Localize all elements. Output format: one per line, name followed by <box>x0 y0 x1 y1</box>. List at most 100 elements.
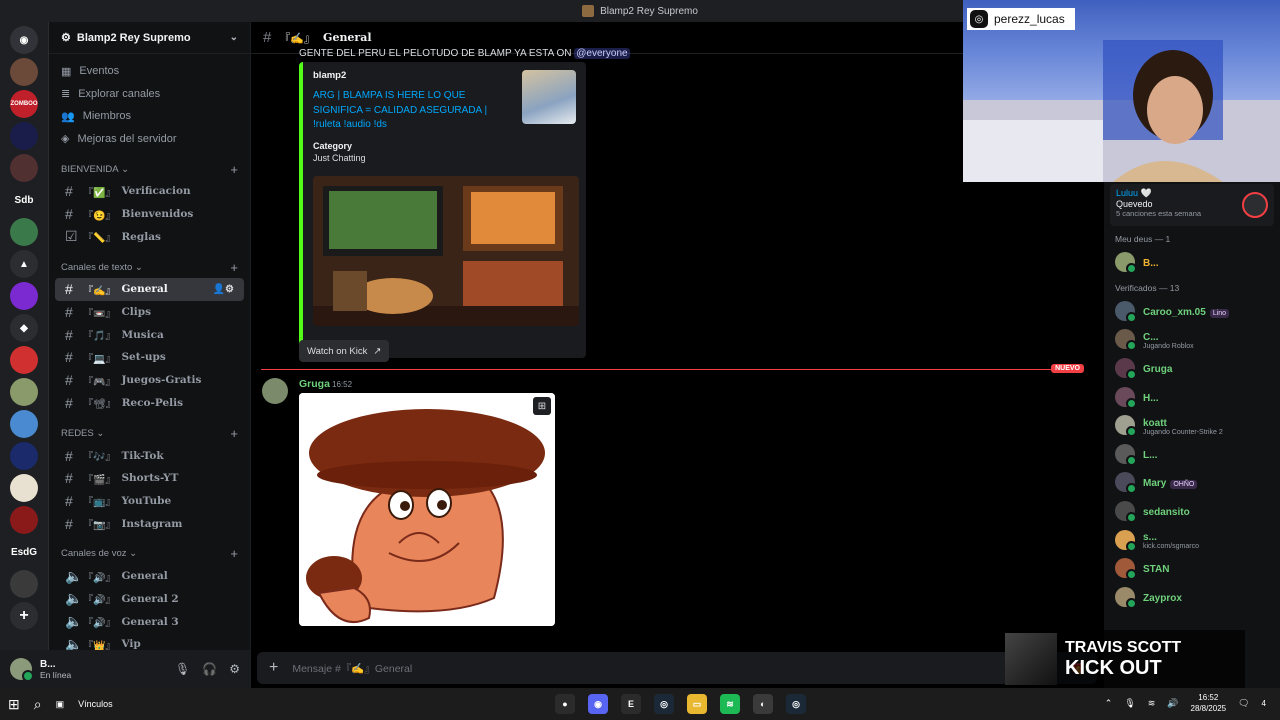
member-item[interactable]: s... kick.com/sgmarco <box>1104 525 1280 554</box>
category-voz[interactable]: Canales de voz ⌄ + <box>49 543 250 565</box>
member-item[interactable]: Mary OHÑO <box>1104 468 1280 497</box>
server-icon[interactable] <box>10 154 38 182</box>
gear-icon[interactable]: ⚙ <box>229 662 240 676</box>
member-item[interactable]: koatt Jugando Counter-Strike 2 <box>1104 411 1280 440</box>
epic-games-icon[interactable]: E <box>621 694 641 714</box>
channel-musica[interactable]: # 『🎵』 Musica <box>55 323 244 346</box>
channel-verificacion[interactable]: # 『✅』 Verificacion <box>55 180 244 203</box>
voice-channel-general-3[interactable]: 🔈 『🔊』 General 3 <box>55 610 244 633</box>
server-icon[interactable] <box>10 218 38 246</box>
steam-icon[interactable]: ◎ <box>786 694 806 714</box>
music-activity-card[interactable]: Luluu 🤍 Quevedo 5 canciones esta semana <box>1110 184 1274 226</box>
channel-settings-icon[interactable]: 👤⚙ <box>213 284 234 295</box>
mention-everyone[interactable]: @everyone <box>574 48 630 59</box>
server-icon[interactable] <box>10 410 38 438</box>
channel-youtube[interactable]: # 『📺』 YouTube <box>55 490 244 513</box>
menu-miembros[interactable]: 👥 Miembros <box>49 105 250 128</box>
member-item[interactable]: Gruga <box>1104 354 1280 383</box>
voice-channel-vip[interactable]: 🔈 『👑』 Vip <box>55 633 244 650</box>
channel-reco-pelis[interactable]: # 『📽』 Reco-Pelis <box>55 392 244 415</box>
microphone-icon[interactable]: 🎙 <box>1124 698 1135 709</box>
category-redes[interactable]: REDES ⌄ + <box>49 422 250 444</box>
embed-title[interactable]: ARG | BLAMPA IS HERE LO QUE SIGNIFICA = … <box>313 89 493 133</box>
channel-setups[interactable]: # 『💻』 Set-ups <box>55 346 244 369</box>
server-icon[interactable] <box>10 58 38 86</box>
add-attachment-icon[interactable]: + <box>269 659 278 677</box>
voice-channel-general-2[interactable]: 🔈 『🔊』 General 2 <box>55 588 244 611</box>
server-icon[interactable]: ◆ <box>10 314 38 342</box>
add-channel-icon[interactable]: + <box>230 162 238 177</box>
channel-clips[interactable]: # 『📼』 Clips <box>55 301 244 324</box>
member-item[interactable]: B... <box>1104 248 1280 277</box>
avatar[interactable] <box>262 378 288 404</box>
message-author[interactable]: Gruga <box>299 378 330 390</box>
channel-tiktok[interactable]: # 『🎶』 Tik-Tok <box>55 444 244 467</box>
apps-icon[interactable]: ⊞ <box>533 397 551 415</box>
member-item[interactable]: L... <box>1104 440 1280 469</box>
server-icon[interactable] <box>10 282 38 310</box>
external-link-icon: ↗ <box>373 345 382 357</box>
watch-on-kick-button[interactable]: Watch on Kick ↗ <box>299 340 390 362</box>
add-channel-icon[interactable]: + <box>230 260 238 275</box>
voice-channel-general[interactable]: 🔈 『🔊』 General <box>55 565 244 588</box>
windows-start-icon[interactable]: ⊞ <box>8 696 20 713</box>
member-item[interactable]: Zayprox <box>1104 583 1280 612</box>
task-view-icon[interactable]: ▣ <box>56 699 65 710</box>
member-item[interactable]: H... <box>1104 382 1280 411</box>
server-icon[interactable] <box>10 570 38 598</box>
server-icon[interactable] <box>10 442 38 470</box>
category-bienvenida[interactable]: BIENVENIDA ⌄ + <box>49 158 250 180</box>
menu-eventos[interactable]: ▦ Eventos <box>49 60 250 83</box>
channel-shorts-yt[interactable]: # 『🎬』 Shorts-YT <box>55 467 244 490</box>
avatar[interactable] <box>10 658 34 682</box>
steam-icon[interactable]: ◎ <box>654 694 674 714</box>
message-composer[interactable]: + Mensaje #『✍』General 🎁 <box>257 652 1097 684</box>
discord-icon[interactable]: ◉ <box>588 694 608 714</box>
spotify-icon[interactable]: ≋ <box>720 694 740 714</box>
server-icon[interactable]: ▲ <box>10 250 38 278</box>
volume-icon[interactable]: 🔊 <box>1167 698 1178 709</box>
server-icon[interactable] <box>10 474 38 502</box>
search-icon[interactable]: ⌕ <box>34 696 42 713</box>
taskbar-links[interactable]: Vínculos <box>78 699 113 709</box>
add-channel-icon[interactable]: + <box>230 426 238 441</box>
channel-instagram[interactable]: # 『📷』 Instagram <box>55 512 244 535</box>
microphone-icon[interactable]: 🎙 <box>175 662 190 676</box>
obs-icon[interactable]: ◐ <box>753 694 773 714</box>
channel-juegos-gratis[interactable]: # 『🎮』 Juegos-Gratis <box>55 369 244 392</box>
server-icon[interactable] <box>10 122 38 150</box>
server-icon[interactable] <box>10 506 38 534</box>
hash-icon: # <box>65 281 73 298</box>
chevron-up-icon[interactable]: ⌃ <box>1105 698 1113 709</box>
clock[interactable]: 16:52 28/8/2025 <box>1191 692 1227 714</box>
discord-home-icon[interactable]: ◉ <box>10 26 38 54</box>
chrome-icon[interactable]: ● <box>555 694 575 714</box>
member-item[interactable]: Caroo_xm.05 Lino <box>1104 297 1280 326</box>
server-sdb[interactable]: Sdb <box>10 186 38 214</box>
headphones-icon[interactable]: 🎧 <box>202 662 217 676</box>
member-item[interactable]: C... Jugando Roblox <box>1104 325 1280 354</box>
embed-image[interactable] <box>313 176 579 326</box>
instagram-handle-tag: ◎ perezz_lucas <box>967 8 1075 30</box>
member-item[interactable]: sedansito <box>1104 497 1280 526</box>
file-explorer-icon[interactable]: ▭ <box>687 694 707 714</box>
add-server-icon[interactable]: + <box>10 602 38 630</box>
server-esdg[interactable]: EsdG <box>10 538 38 566</box>
member-item[interactable]: STAN <box>1104 554 1280 583</box>
add-channel-icon[interactable]: + <box>230 546 238 561</box>
menu-explorar[interactable]: ≣ Explorar canales <box>49 83 250 106</box>
server-icon[interactable] <box>10 346 38 374</box>
hash-icon: # <box>65 372 73 389</box>
channel-general[interactable]: # 『✍』 General 👤⚙ <box>55 278 244 301</box>
guild-header[interactable]: ⚙ Blamp2 Rey Supremo ⌄ <box>49 22 250 54</box>
image-attachment[interactable]: ⊞ <box>299 393 555 626</box>
menu-mejoras[interactable]: ◈ Mejoras del servidor <box>49 128 250 151</box>
server-icon[interactable] <box>10 378 38 406</box>
channel-reglas[interactable]: ☑ 『📏』 Reglas <box>55 225 244 248</box>
channel-bienvenidos[interactable]: # 『😉』 Bienvenidos <box>55 203 244 226</box>
server-icon[interactable]: ZOMBOO <box>10 90 38 118</box>
notification-icon[interactable]: 🗨 <box>1238 698 1249 709</box>
wifi-icon[interactable]: ≋ <box>1148 698 1156 709</box>
composer-placeholder[interactable]: Mensaje #『✍』General <box>292 661 412 676</box>
category-texto[interactable]: Canales de texto ⌄ + <box>49 256 250 278</box>
